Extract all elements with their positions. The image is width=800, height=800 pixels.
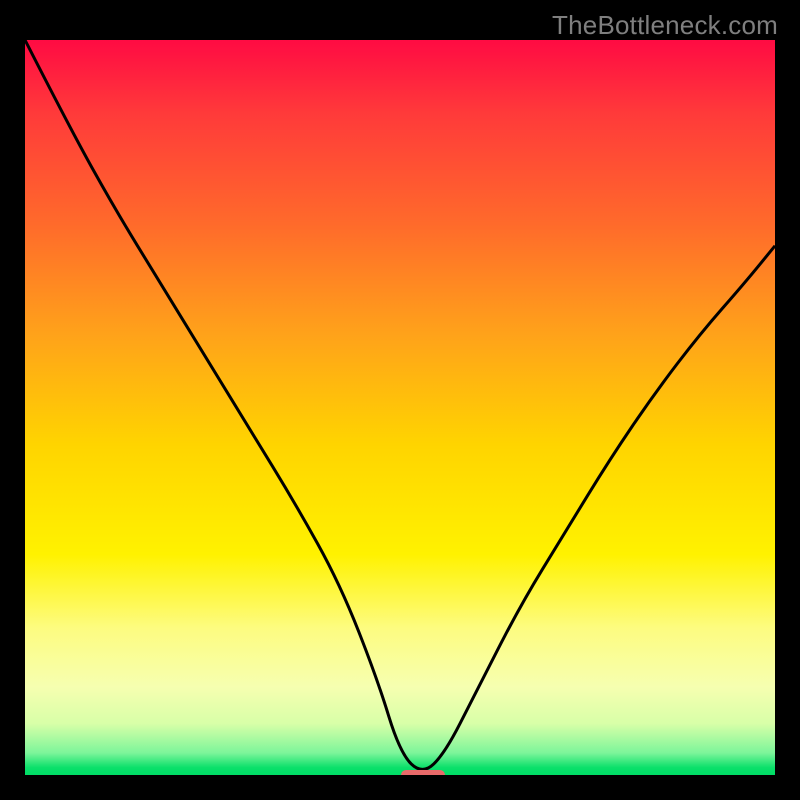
chart-frame: TheBottleneck.com (0, 0, 800, 800)
plot-area (25, 40, 775, 775)
optimal-marker (401, 770, 445, 775)
watermark-text: TheBottleneck.com (552, 10, 778, 41)
bottleneck-curve (25, 40, 775, 769)
curve-svg (25, 40, 775, 775)
